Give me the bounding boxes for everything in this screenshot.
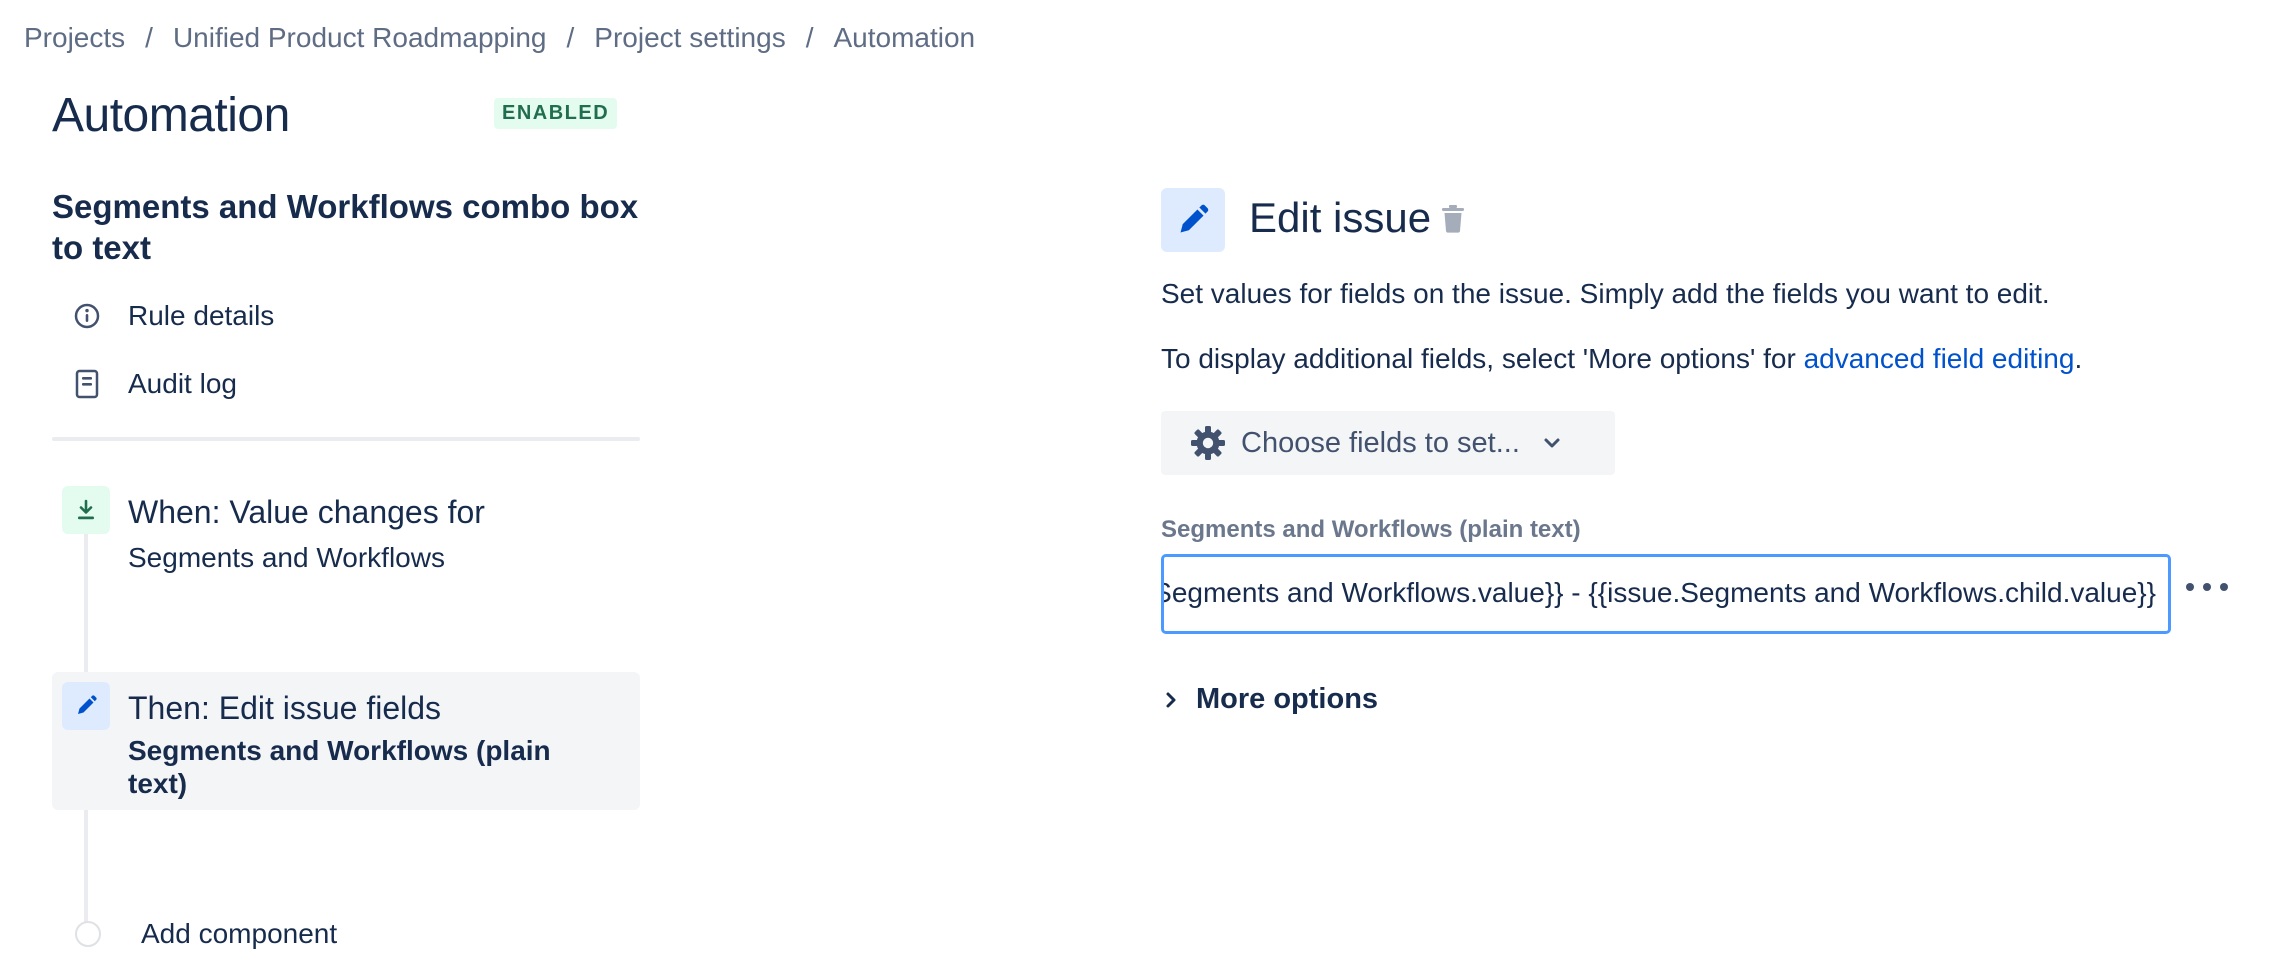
advanced-field-editing-link[interactable]: advanced field editing	[1804, 343, 2075, 374]
add-component-button[interactable]: Add component	[70, 918, 337, 950]
panel-description: Set values for fields on the issue. Simp…	[1161, 278, 2050, 309]
more-options-toggle[interactable]: More options	[1164, 683, 1378, 716]
additional-prefix: To display additional fields, select 'Mo…	[1161, 343, 1804, 374]
breadcrumb-project[interactable]: Unified Product Roadmapping	[173, 22, 547, 54]
breadcrumb-automation[interactable]: Automation	[833, 22, 975, 54]
field-value-text: {{issue.Segments and Workflows.value}} -…	[1161, 577, 2156, 608]
breadcrumb: Projects / Unified Product Roadmapping /…	[24, 22, 975, 54]
panel-additional-fields: To display additional fields, select 'Mo…	[1161, 343, 2082, 375]
action-subtitle: Segments and Workflows (plain text)	[128, 735, 551, 799]
audit-log-link[interactable]: Audit log	[70, 368, 237, 400]
breadcrumb-separator: /	[805, 22, 814, 53]
chevron-down-icon	[1542, 436, 1562, 450]
document-icon	[70, 369, 104, 399]
breadcrumb-project-settings[interactable]: Project settings	[594, 22, 785, 54]
trigger-title: When: Value changes for	[128, 494, 485, 530]
audit-log-label: Audit log	[128, 368, 237, 399]
more-actions-icon[interactable]	[2186, 572, 2228, 602]
info-icon	[70, 302, 104, 330]
field-value-input[interactable]: {{issue.Segments and Workflows.value}} -…	[1161, 554, 2171, 634]
edit-issue-pencil-icon	[1161, 188, 1225, 252]
action-component[interactable]: Then: Edit issue fields Segments and Wor…	[52, 672, 640, 810]
trigger-download-icon	[62, 486, 110, 534]
status-badge: ENABLED	[494, 98, 618, 129]
add-component-label: Add component	[141, 918, 338, 949]
breadcrumb-separator: /	[566, 22, 575, 53]
additional-suffix: .	[2074, 343, 2083, 374]
trigger-component[interactable]: When: Value changes for Segments and Wor…	[52, 482, 640, 592]
chevron-right-icon	[1164, 690, 1178, 710]
rule-name: Segments and Workflows combo box to text	[52, 188, 639, 266]
trash-icon[interactable]	[1440, 204, 1466, 239]
sidebar-divider	[52, 437, 640, 441]
add-component-dot-icon	[75, 921, 101, 947]
page-title: Automation	[52, 89, 290, 142]
gear-icon	[1189, 424, 1227, 462]
breadcrumb-projects[interactable]: Projects	[24, 22, 125, 54]
choose-fields-label: Choose fields to set...	[1241, 426, 1520, 459]
rule-details-label: Rule details	[128, 300, 275, 331]
edit-issue-title: Edit issue	[1249, 194, 1432, 241]
more-options-label: More options	[1196, 683, 1379, 715]
choose-fields-button[interactable]: Choose fields to set...	[1161, 411, 1615, 475]
field-label: Segments and Workflows (plain text)	[1161, 516, 1581, 543]
breadcrumb-separator: /	[145, 22, 153, 53]
trigger-subtitle: Segments and Workflows	[128, 542, 445, 573]
rule-details-link[interactable]: Rule details	[70, 300, 274, 332]
pencil-icon	[62, 682, 110, 730]
action-title: Then: Edit issue fields	[128, 690, 442, 726]
